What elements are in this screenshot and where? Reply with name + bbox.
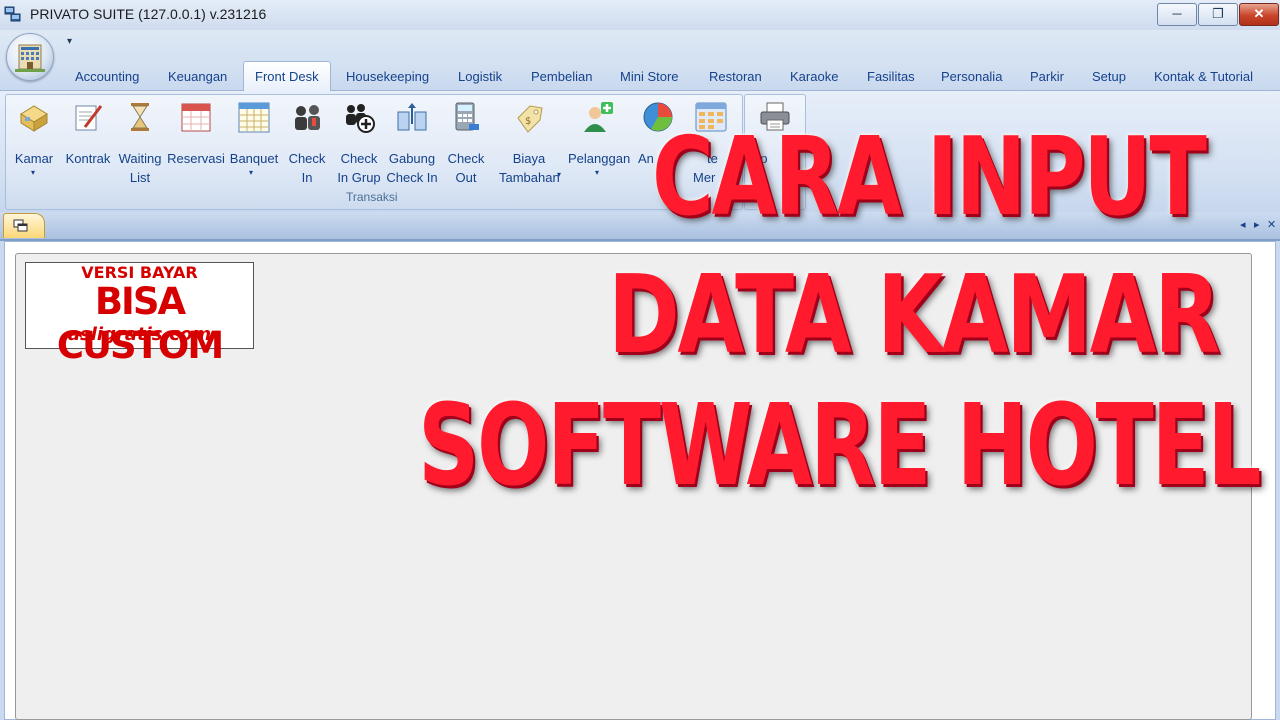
tab-kontak-tutorial[interactable]: Kontak & Tutorial: [1154, 69, 1253, 84]
gabung-check-in-label-1: Gabung: [388, 151, 436, 166]
biaya-tambahan-label-2: Tambahan: [499, 170, 560, 185]
tab-setup[interactable]: Setup: [1092, 69, 1126, 84]
close-document-icon[interactable]: ✕: [1267, 218, 1276, 231]
tab-restoran[interactable]: Restoran: [709, 69, 762, 84]
promo-badge: VERSI BAYAR BISA CUSTOM asligratis.com: [25, 262, 254, 367]
kontrak-label: Kontrak: [65, 151, 111, 166]
close-window-button[interactable]: ✕: [1239, 3, 1279, 26]
calendar-grid-icon: [238, 102, 270, 133]
kamar-label: Kamar: [14, 151, 54, 166]
check-in-label-2: In: [301, 170, 313, 185]
gabung-check-in-label-2: Check In: [386, 170, 438, 185]
chevron-down-icon: ▾: [595, 168, 600, 177]
overlay-line-3: SOFTWARE HOTEL: [418, 381, 1262, 511]
scroll-right-icon[interactable]: ▸: [1254, 218, 1260, 231]
hotel-room-icon: [20, 105, 48, 132]
check-out-label-2: Out: [455, 170, 477, 185]
group-add-icon: [346, 104, 375, 133]
app-icon[interactable]: [4, 6, 22, 23]
hourglass-icon: [131, 103, 149, 131]
waiting-list-label-1: Waiting: [118, 151, 162, 166]
tab-logistik[interactable]: Logistik: [458, 69, 502, 84]
restore-button[interactable]: ❐: [1198, 3, 1238, 26]
reservasi-button[interactable]: Reservasi: [166, 97, 226, 187]
tab-housekeeping[interactable]: Housekeeping: [346, 69, 429, 84]
tab-karaoke[interactable]: Karaoke: [790, 69, 838, 84]
chevron-down-icon: ▾: [249, 168, 254, 177]
tab-parkir[interactable]: Parkir: [1030, 69, 1064, 84]
money-tag-icon: $: [517, 105, 543, 133]
gabung-check-in-button[interactable]: Gabung Check In: [382, 97, 442, 187]
biaya-tambahan-label-1: Biaya: [512, 151, 546, 166]
check-in-button[interactable]: Check In: [277, 97, 337, 187]
tab-front-desk[interactable]: Front Desk: [243, 61, 331, 91]
scroll-left-icon[interactable]: ◂: [1240, 218, 1246, 231]
reservasi-label: Reservasi: [167, 151, 225, 166]
banquet-button[interactable]: Banquet ▾: [224, 97, 284, 187]
tab-fasilitas[interactable]: Fasilitas: [867, 69, 915, 84]
check-in-grup-label-1: Check: [340, 151, 378, 166]
application-menu-button[interactable]: [6, 33, 54, 81]
tab-mini-store[interactable]: Mini Store: [620, 69, 679, 84]
windows-icon: [13, 219, 28, 232]
pelanggan-button[interactable]: Pelanggan ▾: [568, 97, 631, 187]
quick-access-toolbar: [0, 30, 1280, 62]
hotel-building-icon: [15, 44, 45, 72]
group-label-transaksi: Transaksi: [346, 190, 398, 204]
calculator-icon: [455, 102, 479, 131]
overlay-line-2: DATA KAMAR: [608, 253, 1221, 378]
qat-customize-dropdown[interactable]: ▾: [67, 36, 72, 47]
tab-personalia[interactable]: Personalia: [941, 69, 1002, 84]
badge-line-3: asligratis.com: [67, 324, 212, 345]
check-in-grup-button[interactable]: Check In Grup: [329, 97, 389, 187]
tab-pembelian[interactable]: Pembelian: [531, 69, 592, 84]
overlay-line-1: CARA INPUT: [652, 115, 1207, 240]
document-tab[interactable]: [3, 213, 45, 238]
kontrak-button[interactable]: Kontrak: [58, 97, 118, 187]
people-icon: [295, 105, 320, 130]
calendar-icon: [181, 103, 211, 132]
waiting-list-button[interactable]: Waiting List: [110, 97, 170, 187]
chevron-down-icon: ▾: [557, 170, 562, 179]
svg-text:$: $: [525, 116, 531, 127]
check-in-label-1: Check: [288, 151, 326, 166]
banquet-label: Banquet: [229, 151, 279, 166]
pelanggan-label: Pelanggan: [568, 151, 631, 166]
tab-accounting[interactable]: Accounting: [75, 69, 139, 84]
waiting-list-label-2: List: [129, 170, 151, 185]
check-out-button[interactable]: Check Out: [436, 97, 496, 187]
customer-add-icon: [584, 102, 613, 132]
contract-pen-icon: [75, 105, 103, 131]
tab-keuangan[interactable]: Keuangan: [168, 69, 227, 84]
title-bar: PRIVATO SUITE (127.0.0.1) v.231216: [0, 0, 1280, 31]
check-in-grup-label-2: In Grup: [337, 170, 381, 185]
kamar-button[interactable]: Kamar ▾: [4, 97, 64, 187]
window-title: PRIVATO SUITE (127.0.0.1) v.231216: [30, 6, 267, 22]
minimize-button[interactable]: ─: [1157, 3, 1197, 26]
merge-icon: [397, 103, 427, 131]
check-out-label-1: Check: [447, 151, 485, 166]
chevron-down-icon: ▾: [31, 168, 36, 177]
biaya-tambahan-button[interactable]: $ Biaya Tambahan ▾: [499, 97, 562, 187]
